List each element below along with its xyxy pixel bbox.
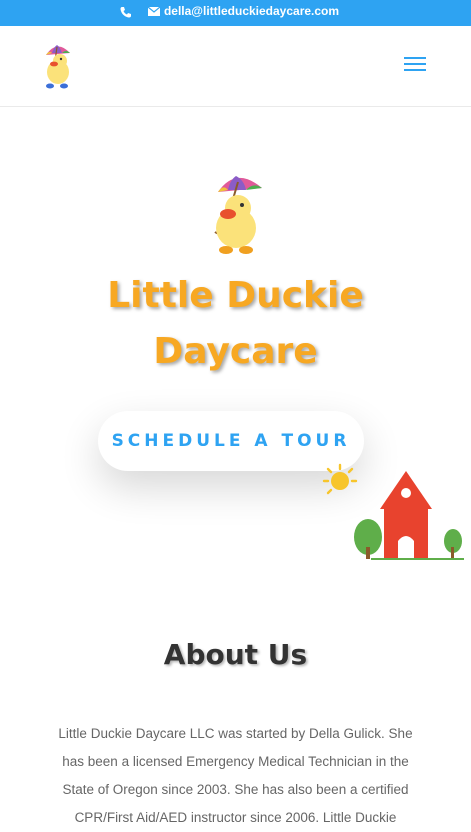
duck-logo-icon[interactable] [38,41,76,91]
about-us-paragraph: Little Duckie Daycare LLC was started by… [40,720,431,832]
hero-title: Little Duckie Daycare [0,268,471,380]
hero-title-line2: Daycare [153,331,318,372]
envelope-icon [147,6,160,16]
site-header [0,26,471,107]
about-line: has been a licensed Emergency Medical Te… [62,754,409,769]
about-line: CPR/First Aid/AED instructor since 2006.… [74,810,397,825]
about-line: Little Duckie Daycare LLC was started by… [58,726,413,741]
about-line: State of Oregon since 2003. She has also… [62,782,409,797]
phone-icon[interactable] [119,5,133,19]
email-link[interactable]: della@littleduckiedaycare.com [147,4,340,18]
about-us-heading: About Us [163,638,308,671]
schoolhouse-illustration [322,463,464,560]
email-text: della@littleduckiedaycare.com [163,4,340,18]
top-bar: della@littleduckiedaycare.com [0,0,471,26]
duck-umbrella-icon [214,176,262,254]
hamburger-menu-icon[interactable] [404,57,426,73]
hero-title-line1: Little Duckie [107,275,364,316]
